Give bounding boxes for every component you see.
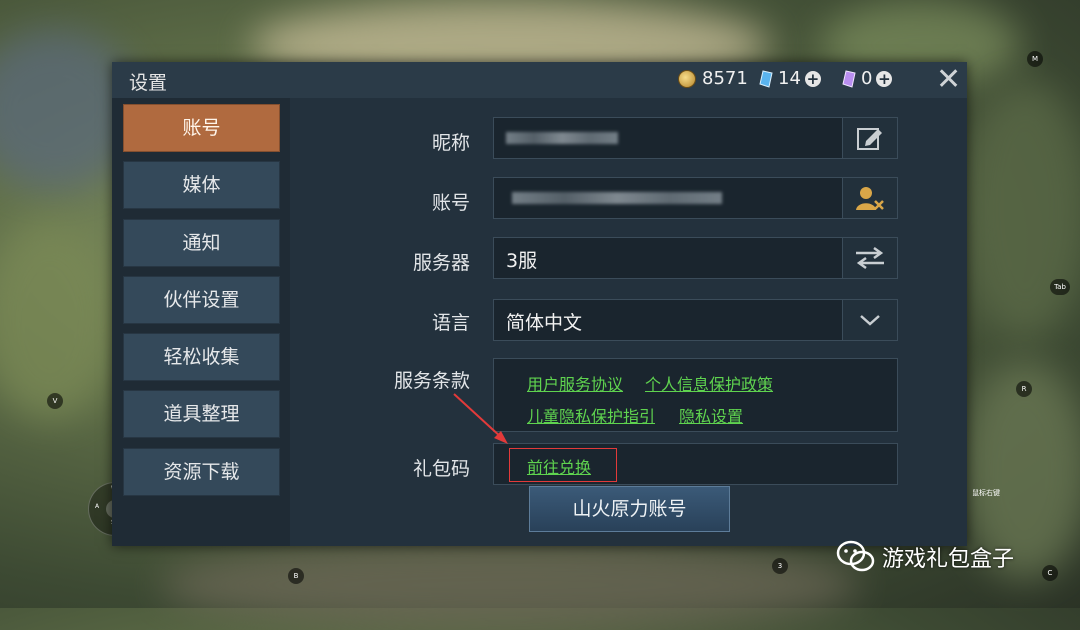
language-select[interactable]: 简体中文 <box>493 299 898 341</box>
swap-arrows-icon <box>856 246 884 270</box>
annotation-arrow <box>453 393 508 444</box>
gold-amount: 8571 <box>702 68 748 89</box>
hud-key-c[interactable]: C <box>1042 565 1058 581</box>
account-label: 账号 <box>431 192 470 214</box>
terms-label: 服务条款 <box>393 370 470 392</box>
panel-title: 设置 <box>129 72 168 94</box>
title-bar: 设置 8571 14 + 0 + ✕ <box>112 62 967 98</box>
user-remove-icon <box>856 187 884 210</box>
settings-sidebar: 账号 媒体 通知 伙伴设置 轻松收集 道具整理 资源下载 <box>112 98 290 546</box>
sidebar-item-partner-settings[interactable]: 伙伴设置 <box>123 276 280 324</box>
privacy-policy-link[interactable]: 个人信息保护政策 <box>645 371 773 395</box>
privacy-settings-link[interactable]: 隐私设置 <box>679 403 743 427</box>
user-agreement-link[interactable]: 用户服务协议 <box>527 371 623 395</box>
hud-key-v[interactable]: V <box>47 393 63 409</box>
redeem-highlight-box <box>509 448 617 482</box>
hud-key-m[interactable]: M <box>1027 51 1043 67</box>
edit-icon <box>857 128 882 150</box>
language-value: 简体中文 <box>506 312 583 334</box>
sidebar-item-item-sorting[interactable]: 道具整理 <box>123 390 280 438</box>
sidebar-item-resource-download[interactable]: 资源下载 <box>123 448 280 496</box>
hud-key-b[interactable]: B <box>288 568 304 584</box>
sidebar-item-media[interactable]: 媒体 <box>123 161 280 209</box>
hud-key-r[interactable]: R <box>1016 381 1032 397</box>
right-mouse-hint: 鼠标右键 <box>972 489 1000 497</box>
wechat-icon <box>836 540 875 572</box>
server-value: 3服 <box>506 250 538 272</box>
language-dropdown-button[interactable] <box>842 300 897 340</box>
sidebar-item-easy-collect[interactable]: 轻松收集 <box>123 333 280 381</box>
add-blue-crystal-button[interactable]: + <box>804 70 821 87</box>
watermark-text: 游戏礼包盒子 <box>882 547 1015 572</box>
add-purple-crystal-button[interactable]: + <box>876 70 893 87</box>
joystick-key-a: A <box>95 503 100 510</box>
blue-crystal-amount: 14 <box>778 68 801 89</box>
purple-crystal-currency: 0 + <box>841 68 893 89</box>
blue-crystal-icon <box>759 69 773 88</box>
account-field <box>493 177 898 219</box>
chevron-down-icon <box>860 315 880 326</box>
blue-crystal-currency: 14 + <box>758 68 821 89</box>
sidebar-item-account[interactable]: 账号 <box>123 104 280 152</box>
purple-crystal-icon <box>842 69 856 88</box>
terms-box: 用户服务协议 个人信息保护政策 儿童隐私保护指引 隐私设置 <box>493 358 898 432</box>
hud-key-3[interactable]: 3 <box>772 558 788 574</box>
unbind-account-button[interactable] <box>842 178 897 218</box>
watermark: 游戏礼包盒子 <box>836 540 1014 574</box>
switch-server-button[interactable] <box>842 238 897 278</box>
gold-coin-icon <box>678 69 696 88</box>
settings-panel: 设置 8571 14 + 0 + ✕ 账号 媒体 通知 伙伴设置 轻松收集 道具… <box>112 62 967 546</box>
nickname-field <box>493 117 898 159</box>
edit-nickname-button[interactable] <box>842 118 897 158</box>
child-privacy-link[interactable]: 儿童隐私保护指引 <box>527 403 655 427</box>
server-label: 服务器 <box>412 252 470 274</box>
gift-code-label: 礼包码 <box>412 458 470 480</box>
nickname-blurred-value <box>506 132 618 144</box>
hud-key-tab[interactable]: Tab <box>1050 279 1070 295</box>
account-blurred-value <box>512 192 722 204</box>
shanhuo-account-button[interactable]: 山火原力账号 <box>529 486 730 532</box>
server-field: 3服 <box>493 237 898 279</box>
nickname-label: 昵称 <box>431 132 470 154</box>
gold-currency: 8571 <box>678 68 748 89</box>
language-label: 语言 <box>431 312 470 334</box>
sidebar-item-notifications[interactable]: 通知 <box>123 219 280 267</box>
purple-crystal-amount: 0 <box>861 68 873 89</box>
close-icon[interactable]: ✕ <box>936 62 961 97</box>
